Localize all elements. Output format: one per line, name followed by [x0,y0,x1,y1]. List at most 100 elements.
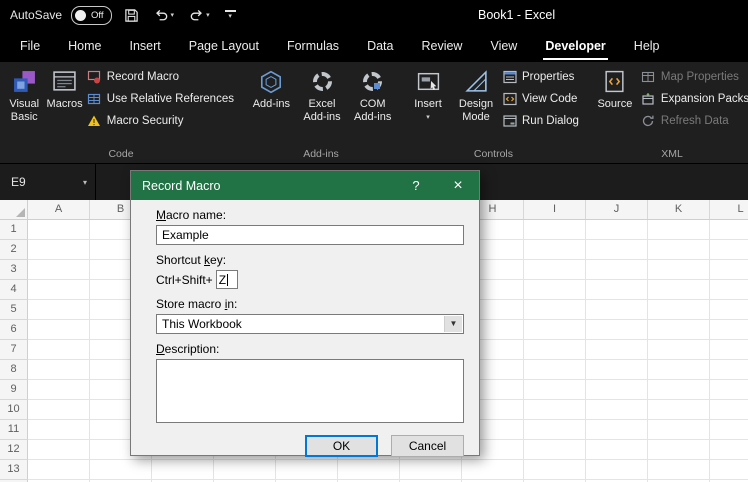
properties-icon [502,70,517,85]
save-button[interactable] [121,6,142,25]
xml-source-icon [602,68,627,95]
insert-control-icon [416,68,441,95]
row-header[interactable]: 12 [0,440,28,460]
macros-icon [52,68,77,95]
view-code-button[interactable]: View Code [500,88,585,110]
undo-button[interactable]: ▾ [151,6,178,25]
macro-security-button[interactable]: Macro Security [85,110,240,132]
ribbon-group-code: Visual Basic Macros Record Macro Use Rel… [0,62,242,163]
group-name-xml: XML [661,148,683,160]
design-mode-icon [464,68,489,95]
relative-references-icon [87,92,102,107]
shortcut-key-input[interactable]: Z [215,270,238,289]
row-header[interactable]: 2 [0,240,28,260]
tab-page-layout[interactable]: Page Layout [175,30,273,62]
design-mode-button[interactable]: Design Mode [452,65,500,126]
store-macro-in-dropdown[interactable]: This Workbook ▼ [156,314,464,334]
controls-small-buttons: Properties View Code Run Dialog [500,65,585,132]
tab-developer[interactable]: Developer [531,30,619,62]
dialog-body: Macro name: Example Shortcut key: Ctrl+S… [131,200,479,467]
tab-home[interactable]: Home [54,30,115,62]
excel-window: AutoSave Off ▾ ▾ ▾ Book1 - Excel File Ho… [0,0,748,482]
excel-add-ins-button[interactable]: Excel Add-ins [297,65,348,126]
undo-icon [154,8,169,23]
visual-basic-button[interactable]: Visual Basic [4,65,44,126]
tab-data[interactable]: Data [353,30,407,62]
shortcut-key-label: Shortcut key: [156,253,227,267]
tab-file[interactable]: File [6,30,54,62]
dialog-help-button[interactable]: ? [395,171,437,200]
expansion-packs-icon [641,92,656,107]
autosave-state: Off [91,9,104,21]
macros-button[interactable]: Macros [44,65,84,114]
macro-name-label: Macro name: [156,208,227,222]
row-header[interactable]: 8 [0,360,28,380]
description-input[interactable] [156,359,464,423]
document-title: Book1 - Excel [478,8,556,22]
tab-view[interactable]: View [476,30,531,62]
visual-basic-icon [12,68,37,95]
refresh-data-button[interactable]: Refresh Data [639,110,748,132]
com-add-ins-button[interactable]: COM Add-ins [347,65,398,126]
record-macro-button[interactable]: Record Macro [85,66,240,88]
row-header[interactable]: 13 [0,460,28,480]
text-cursor [227,274,229,286]
shortcut-key-row: Ctrl+Shift+ Z [156,270,464,289]
cancel-button[interactable]: Cancel [391,435,464,457]
column-header[interactable]: I [524,200,586,219]
properties-button[interactable]: Properties [500,66,585,88]
store-macro-in-label: Store macro in: [156,297,238,311]
dialog-close-button[interactable]: × [437,171,479,200]
description-label: Description: [156,342,220,356]
insert-control-button[interactable]: Insert ▾ [404,65,452,124]
dropdown-arrow-button[interactable]: ▼ [444,316,462,332]
add-ins-button[interactable]: Add-ins [246,65,297,114]
expansion-packs-button[interactable]: Expansion Packs [639,88,748,110]
ribbon-group-controls: Insert ▾ Design Mode Properties View Cod… [400,62,587,163]
row-header[interactable]: 1 [0,220,28,240]
column-header[interactable]: L [710,200,748,219]
ribbon-group-addins: Add-ins Excel Add-ins COM Add-ins Add-in… [242,62,400,163]
tab-review[interactable]: Review [407,30,476,62]
row-header[interactable]: 3 [0,260,28,280]
run-dialog-button[interactable]: Run Dialog [500,110,585,132]
autosave-toggle[interactable]: Off [71,5,112,25]
dialog-buttons: OK Cancel [156,435,464,457]
select-all-button[interactable] [0,200,28,219]
macro-name-input[interactable]: Example [156,225,464,245]
column-header[interactable]: A [28,200,90,219]
chevron-down-icon: ▾ [82,177,87,187]
row-header[interactable]: 9 [0,380,28,400]
dialog-titlebar: Record Macro ? × [131,171,479,200]
row-header[interactable]: 5 [0,300,28,320]
name-box[interactable]: E9 ▾ [0,164,96,200]
titlebar: AutoSave Off ▾ ▾ ▾ Book1 - Excel [0,0,748,30]
save-icon [124,8,139,23]
column-header[interactable]: K [648,200,710,219]
map-properties-button[interactable]: Map Properties [639,66,748,88]
customize-quick-access-button[interactable]: ▾ [222,8,239,22]
row-header[interactable]: 10 [0,400,28,420]
ok-button[interactable]: OK [305,435,378,457]
tab-insert[interactable]: Insert [116,30,175,62]
row-header[interactable]: 6 [0,320,28,340]
row-header[interactable]: 4 [0,280,28,300]
xml-small-buttons: Map Properties Expansion Packs Refresh D… [639,65,748,132]
source-button[interactable]: Source [591,65,639,114]
row-header[interactable]: 11 [0,420,28,440]
shortcut-prefix: Ctrl+Shift+ [156,272,213,287]
tab-help[interactable]: Help [620,30,674,62]
dropdown-selected-value: This Workbook [162,317,242,331]
ribbon-group-xml: Source Map Properties Expansion Packs Re… [587,62,748,163]
column-header[interactable]: J [586,200,648,219]
tab-formulas[interactable]: Formulas [273,30,353,62]
redo-button[interactable]: ▾ [186,6,213,25]
refresh-icon [641,114,656,129]
quick-access-toolbar: AutoSave Off ▾ ▾ ▾ [0,5,239,25]
use-relative-references-button[interactable]: Use Relative References [85,88,240,110]
group-name-addins: Add-ins [303,148,339,160]
row-header[interactable]: 7 [0,340,28,360]
ribbon-tab-bar: File Home Insert Page Layout Formulas Da… [0,30,748,62]
record-macro-icon [87,70,102,85]
close-icon: × [453,176,463,194]
